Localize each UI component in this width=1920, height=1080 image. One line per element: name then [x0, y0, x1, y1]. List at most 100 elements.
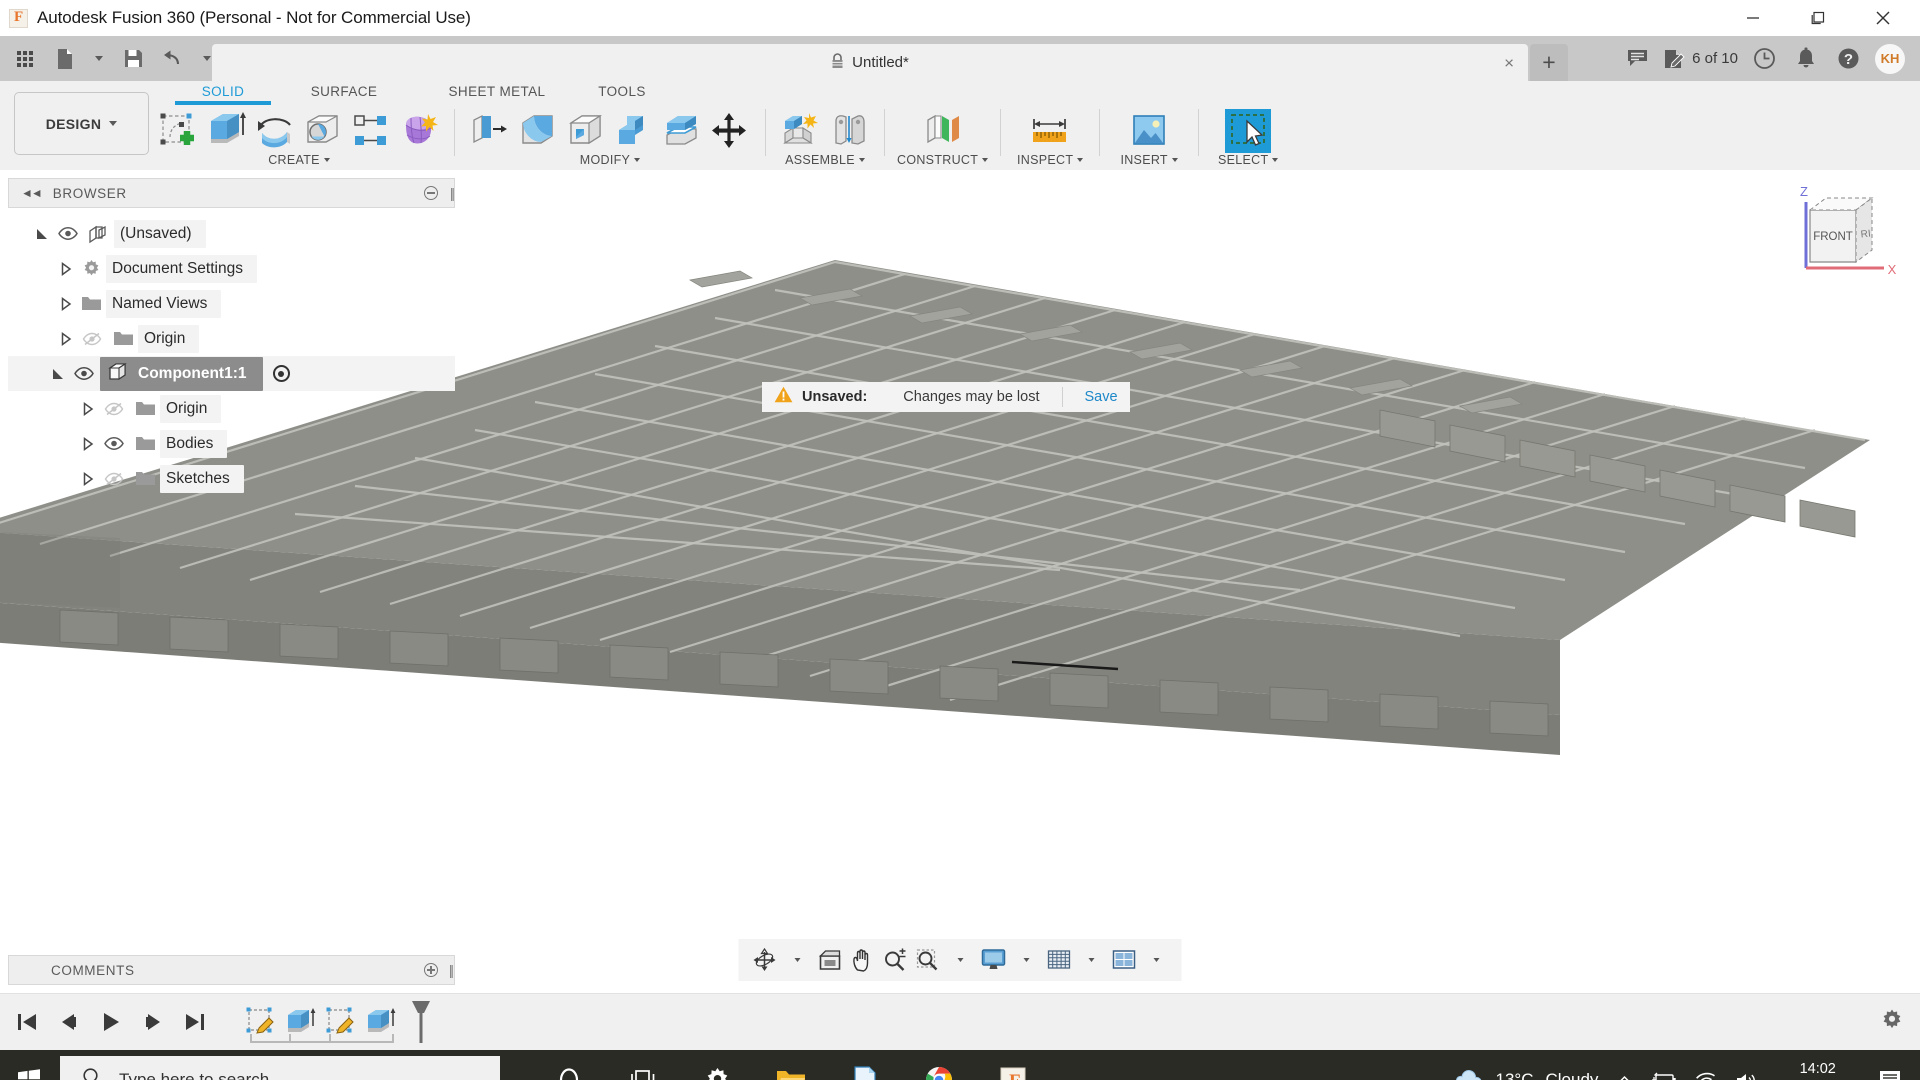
minimize-button[interactable] — [1725, 0, 1780, 36]
zoom-window-dropdown[interactable] — [946, 942, 976, 978]
task-view-icon[interactable] — [606, 1050, 680, 1080]
collapse-arrow-icon[interactable] — [78, 471, 98, 486]
search-input[interactable]: Type here to search — [60, 1056, 500, 1080]
collapse-arrow-icon[interactable] — [56, 331, 76, 346]
press-pull-icon[interactable] — [467, 109, 513, 153]
step-forward-icon[interactable] — [140, 1009, 166, 1035]
visibility-eye-icon[interactable] — [98, 437, 130, 450]
tree-row-component1[interactable]: Component1:1 — [8, 356, 455, 391]
ribbon-group-modify-label[interactable]: MODIFY — [580, 153, 641, 167]
app-grid-icon[interactable] — [6, 40, 44, 78]
clock-icon[interactable] — [1744, 36, 1784, 81]
close-tab-button[interactable]: × — [1504, 54, 1514, 71]
go-to-start-icon[interactable] — [14, 1009, 40, 1035]
collapse-arrow-icon[interactable] — [56, 261, 76, 276]
orbit-dropdown[interactable] — [783, 942, 813, 978]
expand-arrow-icon[interactable] — [32, 227, 52, 241]
shell-icon[interactable] — [563, 109, 609, 153]
comments-panel[interactable]: COMMENTS || — [8, 955, 455, 985]
visibility-hidden-icon[interactable] — [98, 472, 130, 486]
tab-sheet-metal[interactable]: SHEET METAL — [417, 81, 577, 99]
timeline-settings-gear-icon[interactable] — [1880, 1008, 1904, 1037]
ribbon-group-assemble-label[interactable]: ASSEMBLE — [785, 153, 865, 167]
visibility-hidden-icon[interactable] — [76, 332, 108, 346]
close-button[interactable] — [1855, 0, 1910, 36]
bell-icon[interactable] — [1786, 36, 1826, 81]
help-icon[interactable]: ? — [1828, 36, 1868, 81]
insert-image-icon[interactable] — [1126, 109, 1172, 153]
panel-grip[interactable]: || — [449, 962, 454, 978]
tree-row-bodies[interactable]: Bodies — [8, 426, 455, 461]
grid-snaps-icon[interactable] — [1044, 942, 1075, 978]
minus-circle-icon[interactable] — [424, 186, 438, 200]
revolve-icon[interactable] — [252, 109, 298, 153]
file-explorer-icon[interactable] — [754, 1050, 828, 1080]
new-document-dropdown[interactable] — [86, 40, 112, 78]
tab-surface[interactable]: SURFACE — [271, 81, 417, 99]
winrar-icon[interactable]: RAR — [828, 1050, 902, 1080]
tab-tools[interactable]: TOOLS — [577, 81, 667, 99]
pan-icon[interactable] — [848, 942, 878, 978]
ribbon-group-select-label[interactable]: SELECT — [1218, 153, 1279, 167]
step-back-icon[interactable] — [56, 1009, 82, 1035]
notification-icon[interactable]: 1 — [1868, 1050, 1920, 1080]
collapse-arrow-icon[interactable] — [78, 436, 98, 451]
select-window-icon[interactable] — [1225, 109, 1272, 153]
display-settings-dropdown[interactable] — [1012, 942, 1042, 978]
viewports-icon[interactable] — [1109, 942, 1140, 978]
zoom-window-icon[interactable] — [913, 942, 944, 978]
speaker-icon[interactable] — [1726, 1050, 1767, 1080]
ribbon-group-inspect-label[interactable]: INSPECT — [1017, 153, 1084, 167]
chevron-up-icon[interactable] — [1607, 1050, 1642, 1080]
save-link[interactable]: Save — [1085, 389, 1118, 405]
tree-row-document-settings[interactable]: Document Settings — [8, 251, 455, 286]
weather-widget[interactable]: 13°C Cloudy — [1445, 1050, 1608, 1080]
display-settings-icon[interactable] — [978, 942, 1010, 978]
new-document-icon[interactable] — [46, 40, 84, 78]
ribbon-group-insert-label[interactable]: INSERT — [1120, 153, 1178, 167]
wifi-icon[interactable] — [1686, 1050, 1726, 1080]
create-sketch-icon[interactable] — [156, 109, 202, 153]
ribbon-group-construct-label[interactable]: CONSTRUCT — [897, 153, 989, 167]
tree-row-sketches[interactable]: Sketches — [8, 461, 455, 496]
save-icon[interactable] — [114, 40, 152, 78]
joint-icon[interactable] — [826, 109, 872, 153]
timeline-end-marker-icon[interactable] — [408, 999, 434, 1045]
clock[interactable]: 14:02 20/06/2021 — [1767, 1060, 1868, 1080]
go-to-end-icon[interactable] — [182, 1009, 208, 1035]
visibility-hidden-icon[interactable] — [98, 402, 130, 416]
offset-face-icon[interactable] — [659, 109, 705, 153]
expand-arrow-icon[interactable] — [48, 367, 68, 381]
fillet-icon[interactable] — [515, 109, 561, 153]
play-icon[interactable] — [98, 1009, 124, 1035]
move-copy-icon[interactable] — [707, 109, 753, 153]
extrude-icon[interactable] — [204, 109, 250, 153]
avatar[interactable]: KH — [1870, 36, 1910, 81]
tree-row-component-origin[interactable]: Origin — [8, 391, 455, 426]
tree-row-named-views[interactable]: Named Views — [8, 286, 455, 321]
create-form-icon[interactable] — [396, 109, 442, 153]
visibility-eye-icon[interactable] — [52, 227, 84, 240]
editable-documents-indicator[interactable]: 6 of 10 — [1659, 36, 1742, 81]
grid-snaps-dropdown[interactable] — [1077, 942, 1107, 978]
collapse-left-icon[interactable]: ◄◄ — [21, 186, 43, 200]
pattern-icon[interactable] — [348, 109, 394, 153]
collapse-arrow-icon[interactable] — [78, 401, 98, 416]
look-at-icon[interactable] — [815, 942, 846, 978]
zoom-icon[interactable] — [880, 942, 911, 978]
visibility-eye-icon[interactable] — [68, 367, 100, 380]
fusion360-taskbar-icon[interactable]: F — [976, 1050, 1050, 1080]
battery-charging-icon[interactable] — [1642, 1050, 1686, 1080]
tab-solid[interactable]: SOLID — [175, 81, 271, 105]
collapse-arrow-icon[interactable] — [56, 296, 76, 311]
view-cube[interactable]: Z X FRONT RI — [1780, 180, 1910, 290]
maximize-button[interactable] — [1790, 0, 1845, 36]
tree-row-unsaved[interactable]: (Unsaved) — [8, 216, 455, 251]
windows-start-icon[interactable] — [0, 1050, 58, 1080]
workspace-selector[interactable]: DESIGN — [14, 92, 149, 155]
combine-icon[interactable] — [611, 109, 657, 153]
cortana-icon[interactable] — [532, 1050, 606, 1080]
panel-grip[interactable]: || — [450, 185, 455, 201]
sweep-icon[interactable] — [300, 109, 346, 153]
settings-gear-icon[interactable] — [680, 1050, 754, 1080]
